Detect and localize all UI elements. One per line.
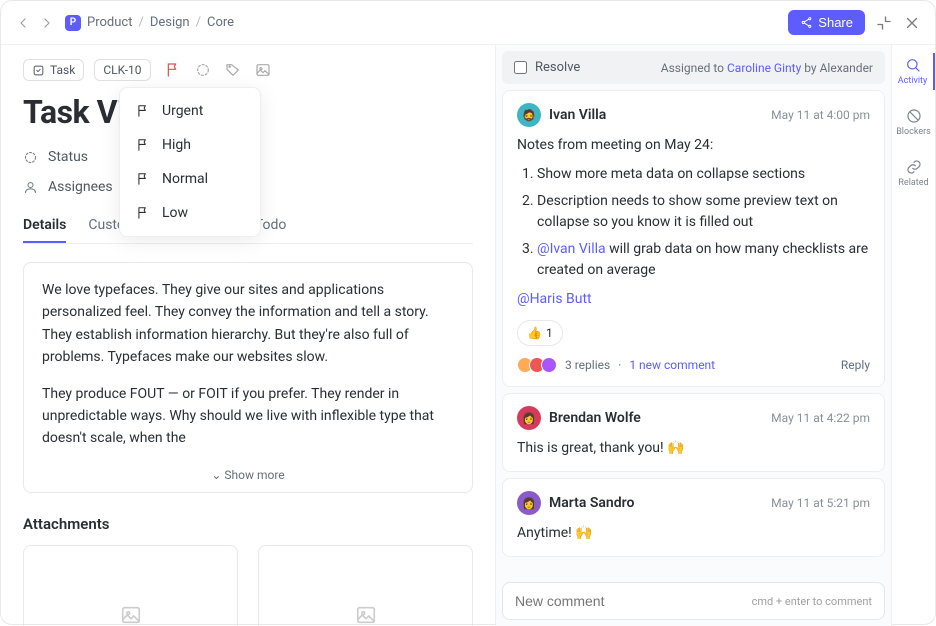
breadcrumb-item[interactable]: Core xyxy=(207,15,234,30)
resolve-bar: Resolve Assigned to Caroline Ginty by Al… xyxy=(502,51,885,84)
side-rail: Activity Blockers Related xyxy=(891,45,935,626)
comment-author: Brendan Wolfe xyxy=(549,410,641,426)
comment-time: May 11 at 4:00 pm xyxy=(771,108,870,122)
priority-option-low[interactable]: Low xyxy=(120,196,260,230)
comment: 👩 Brendan Wolfe May 11 at 4:22 pm This i… xyxy=(502,393,885,472)
rail-activity[interactable]: Activity xyxy=(892,53,935,90)
priority-dropdown: Urgent High Normal Low xyxy=(119,87,261,237)
comment-time: May 11 at 5:21 pm xyxy=(771,496,870,510)
comment-composer[interactable]: cmd + enter to comment xyxy=(502,582,885,620)
mention-link[interactable]: @Haris Butt xyxy=(517,291,592,307)
avatar: 👩 xyxy=(517,491,541,515)
breadcrumb-item[interactable]: Product xyxy=(87,15,132,30)
rail-related[interactable]: Related xyxy=(892,155,935,192)
resolve-checkbox[interactable] xyxy=(514,61,527,74)
comment-author: Marta Sandro xyxy=(549,495,634,511)
image-icon[interactable] xyxy=(255,62,271,78)
task-id-badge[interactable]: CLK-10 xyxy=(94,59,150,81)
close-icon[interactable] xyxy=(903,14,921,32)
comment: 👩 Marta Sandro May 11 at 5:21 pm Anytime… xyxy=(502,478,885,557)
comment-author: Ivan Villa xyxy=(549,107,606,123)
share-button[interactable]: Share xyxy=(788,10,865,35)
reaction-button[interactable]: 👍1 xyxy=(517,320,563,346)
nav-forward-icon[interactable] xyxy=(39,15,55,31)
show-more-button[interactable]: Show more xyxy=(42,464,454,482)
tag-icon[interactable] xyxy=(225,62,241,78)
priority-flag-icon[interactable] xyxy=(165,62,181,78)
reply-avatars xyxy=(517,357,557,373)
rail-blockers[interactable]: Blockers xyxy=(892,104,935,141)
tab-details[interactable]: Details xyxy=(23,209,66,243)
collapse-icon[interactable] xyxy=(875,14,893,32)
assigned-info: Assigned to Caroline Ginty by Alexander xyxy=(661,61,873,75)
resolve-label: Resolve xyxy=(535,60,580,75)
comment-time: May 11 at 4:22 pm xyxy=(771,411,870,425)
topbar: P Product / Design / Core Share xyxy=(1,1,935,45)
comment: 🧔 Ivan Villa May 11 at 4:00 pm Notes fro… xyxy=(502,90,885,387)
comment-body: Notes from meeting on May 24: Show more … xyxy=(517,135,870,374)
avatar: 👩 xyxy=(517,406,541,430)
replies-count[interactable]: 3 replies xyxy=(565,356,610,374)
reply-button[interactable]: Reply xyxy=(841,356,870,374)
new-comment-indicator[interactable]: 1 new comment xyxy=(629,356,715,374)
assignee-link[interactable]: Caroline Ginty xyxy=(727,61,801,75)
description-paragraph: They produce FOUT — or FOIT if you prefe… xyxy=(42,383,454,450)
task-type-badge[interactable]: Task xyxy=(23,59,84,81)
attachments-heading: Attachments xyxy=(23,515,473,533)
status-circle-icon[interactable] xyxy=(195,62,211,78)
task-detail-pane: Task CLK-10 Urgent High Normal Low Task … xyxy=(1,45,495,626)
composer-hint: cmd + enter to comment xyxy=(752,595,872,608)
comment-body: This is great, thank you! 🙌 xyxy=(517,438,870,459)
attachment-placeholder[interactable] xyxy=(258,545,473,626)
description-paragraph: We love typefaces. They give our sites a… xyxy=(42,279,454,369)
comment-body: Anytime! 🙌 xyxy=(517,523,870,544)
breadcrumb[interactable]: P Product / Design / Core xyxy=(65,15,234,31)
mention-link[interactable]: @Ivan Villa xyxy=(537,241,606,257)
priority-option-urgent[interactable]: Urgent xyxy=(120,94,260,128)
comment-input[interactable] xyxy=(515,593,752,609)
activity-panel: Resolve Assigned to Caroline Ginty by Al… xyxy=(495,45,891,626)
priority-option-normal[interactable]: Normal xyxy=(120,162,260,196)
description-box[interactable]: We love typefaces. They give our sites a… xyxy=(23,262,473,493)
product-icon: P xyxy=(65,15,81,31)
nav-back-icon[interactable] xyxy=(15,15,31,31)
avatar: 🧔 xyxy=(517,103,541,127)
breadcrumb-item[interactable]: Design xyxy=(150,15,190,30)
priority-option-high[interactable]: High xyxy=(120,128,260,162)
attachment-placeholder[interactable] xyxy=(23,545,238,626)
